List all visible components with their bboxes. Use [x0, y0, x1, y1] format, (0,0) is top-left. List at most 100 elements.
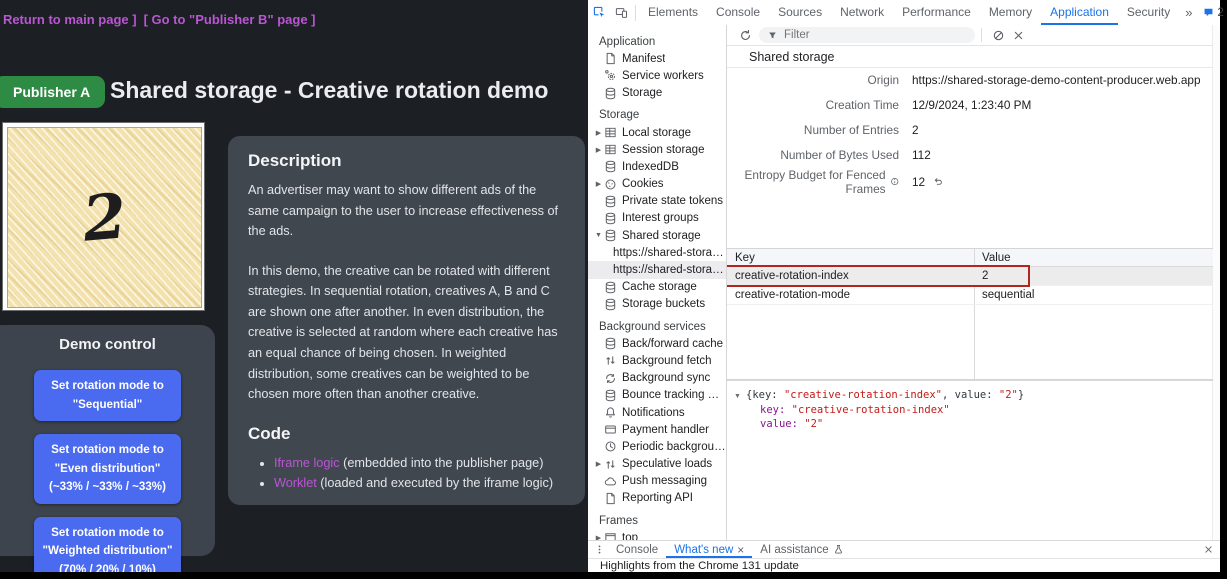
drawer-tab-console[interactable]: Console	[608, 541, 666, 558]
sidebar-item-background-fetch[interactable]: Background fetch	[588, 352, 726, 369]
demo-control-panel: Demo control Set rotation mode to "Seque…	[0, 325, 215, 556]
doc-icon	[603, 52, 618, 65]
meta-row-number-of-entries[interactable]: Number of Entries 2	[727, 117, 1210, 142]
code-item-item[interactable]: Worklet (loaded and executed by the ifra…	[274, 473, 565, 494]
close-drawer-icon[interactable]	[1203, 544, 1214, 555]
rotation-button-set-rotation-mode-to-weighted-distribution-70-20-10[interactable]: Set rotation mode to "Weighted distribut…	[34, 517, 181, 572]
sidebar-item-https-shared-storage[interactable]: https://shared-storage…	[588, 244, 726, 261]
storage-metadata: Origin https://shared-storage-demo-conte…	[727, 67, 1210, 194]
close-tab-icon[interactable]: ×	[737, 543, 744, 557]
sidebar-item-service-workers[interactable]: Service workers	[588, 67, 726, 84]
tab-application[interactable]: Application	[1041, 0, 1118, 25]
cell-key: creative-rotation-mode	[727, 289, 974, 301]
code-item-item[interactable]: Iframe logic (embedded into the publishe…	[274, 453, 565, 474]
filter-input[interactable]	[782, 28, 936, 42]
description-panel: Description An advertiser may want to sh…	[228, 136, 585, 505]
expand-arrow: ▶	[594, 180, 603, 188]
inspect-element-icon[interactable]	[588, 1, 610, 25]
sidebar-item-manifest[interactable]: Manifest	[588, 50, 726, 67]
sidebar-item-local-storage[interactable]: ▶ Local storage	[588, 124, 726, 141]
tab-console[interactable]: Console	[707, 0, 769, 25]
drawer-tab-ai-assistance[interactable]: AI assistance	[752, 541, 851, 558]
info-icon[interactable]	[890, 176, 899, 187]
sidebar-item-session-storage[interactable]: ▶ Session storage	[588, 141, 726, 158]
sidebar-item-label: top	[622, 532, 638, 540]
tab-network[interactable]: Network	[831, 0, 893, 25]
sidebar-item-back-forward-cache[interactable]: Back/forward cache	[588, 335, 726, 352]
sidebar-item-cache-storage[interactable]: Cache storage	[588, 279, 726, 296]
tab-elements[interactable]: Elements	[639, 0, 707, 25]
sidebar-item-cookies[interactable]: ▶ Cookies	[588, 176, 726, 193]
tab-memory[interactable]: Memory	[980, 0, 1041, 25]
sidebar-item-indexeddb[interactable]: IndexedDB	[588, 158, 726, 175]
db-icon	[603, 195, 618, 208]
meta-row-origin[interactable]: Origin https://shared-storage-demo-conte…	[727, 67, 1210, 92]
issues-badge[interactable]: 2	[1198, 7, 1227, 19]
table-row-creative-rotation-index[interactable]: creative-rotation-index 2	[727, 267, 1213, 286]
preview-summary-line[interactable]: ▼{key: "creative-rotation-index", value:…	[734, 388, 1213, 403]
nav-link-return-to-main-page[interactable]: [ Return to main page ]	[0, 12, 137, 27]
drawer-tab-label: AI assistance	[760, 544, 828, 556]
shared-storage-panel: Shared storage Origin https://shared-sto…	[727, 25, 1220, 540]
sidebar-item-label: Background services	[599, 321, 706, 333]
creative-image: 2	[7, 127, 202, 308]
sidebar-item-top[interactable]: ▶ top	[588, 529, 726, 540]
sidebar-item-payment-handler[interactable]: Payment handler	[588, 421, 726, 438]
device-toolbar-icon[interactable]	[610, 1, 632, 25]
rotation-button-set-rotation-mode-to-sequential[interactable]: Set rotation mode to "Sequential"	[34, 370, 181, 421]
code-link[interactable]: Iframe logic	[274, 456, 340, 470]
rotation-button-set-rotation-mode-to-even-distribution-33-33-33[interactable]: Set rotation mode to "Even distribution"…	[34, 434, 181, 504]
clear-all-icon[interactable]	[988, 29, 1008, 42]
expander-triangle-icon[interactable]: ▼	[734, 392, 746, 402]
sidebar-item-periodic-backgroun[interactable]: Periodic backgroun…	[588, 438, 726, 455]
sidebar-item-application: Application	[588, 33, 726, 50]
column-header-key[interactable]: Key	[727, 252, 974, 264]
sidebar-item-label: Storage	[599, 109, 639, 121]
sidebar-item-label: Background fetch	[622, 355, 712, 367]
sidebar-item-push-messaging[interactable]: Push messaging	[588, 473, 726, 490]
refresh-icon[interactable]	[735, 29, 755, 42]
nav-link-go-to-publisher-b-page[interactable]: [ Go to "Publisher B" page ]	[144, 12, 316, 27]
key-value-table: Key Value creative-rotation-index 2 crea…	[727, 248, 1213, 380]
meta-value: 2	[912, 123, 919, 137]
sidebar-item-reporting-api[interactable]: Reporting API	[588, 490, 726, 507]
sidebar-item-label: Manifest	[622, 53, 665, 65]
whats-new-highlight[interactable]: Highlights from the Chrome 131 update	[588, 559, 1220, 573]
scrollbar-track[interactable]	[1212, 25, 1220, 540]
tabbar-right-controls: 2	[1198, 1, 1227, 25]
sidebar-item-storage[interactable]: Storage	[588, 85, 726, 102]
drawer-tab-what-s-new[interactable]: What's new ×	[666, 541, 752, 558]
sidebar-item-storage-buckets[interactable]: Storage buckets	[588, 296, 726, 313]
sidebar-item-shared-storage[interactable]: ▼ Shared storage	[588, 227, 726, 244]
sidebar-item-interest-groups[interactable]: Interest groups	[588, 210, 726, 227]
meta-row-creation-time[interactable]: Creation Time 12/9/2024, 1:23:40 PM	[727, 92, 1210, 117]
updown-icon	[603, 354, 618, 367]
drawer-kebab-icon[interactable]	[590, 544, 608, 555]
db-icon	[603, 87, 618, 100]
sidebar-item-label: Reporting API	[622, 492, 693, 504]
code-link[interactable]: Worklet	[274, 476, 317, 490]
more-tabs-icon[interactable]: »	[1179, 5, 1198, 20]
tab-sources[interactable]: Sources	[769, 0, 831, 25]
tab-performance[interactable]: Performance	[893, 0, 980, 25]
cloud-icon	[603, 475, 618, 488]
sidebar-item-label: IndexedDB	[622, 161, 679, 173]
devtools-drawer: Console What's new × AI assistance	[588, 540, 1220, 572]
sidebar-item-speculative-loads[interactable]: ▶ Speculative loads	[588, 456, 726, 473]
filter-box[interactable]	[759, 27, 975, 43]
page-title: Shared storage - Creative rotation demo	[110, 77, 548, 104]
sidebar-item-bounce-tracking-miti[interactable]: Bounce tracking miti…	[588, 387, 726, 404]
delete-selected-icon[interactable]	[1008, 29, 1028, 42]
sidebar-item-private-state-tokens[interactable]: Private state tokens	[588, 193, 726, 210]
sidebar-item-notifications[interactable]: Notifications	[588, 404, 726, 421]
sidebar-item-label: Shared storage	[622, 230, 701, 242]
meta-row-number-of-bytes-used[interactable]: Number of Bytes Used 112	[727, 142, 1210, 167]
table-row-creative-rotation-mode[interactable]: creative-rotation-mode sequential	[727, 286, 1213, 305]
tab-security[interactable]: Security	[1118, 0, 1179, 25]
column-header-value[interactable]: Value	[974, 252, 1213, 264]
sidebar-item-background-sync[interactable]: Background sync	[588, 370, 726, 387]
meta-row-entropy-budget-for-fenced-frames[interactable]: Entropy Budget for Fenced Frames 12	[727, 169, 1210, 194]
reset-budget-icon[interactable]	[933, 176, 944, 187]
sidebar-item-https-shared-storage[interactable]: https://shared-storage…	[588, 261, 726, 278]
sidebar-item-label: Push messaging	[622, 475, 707, 487]
